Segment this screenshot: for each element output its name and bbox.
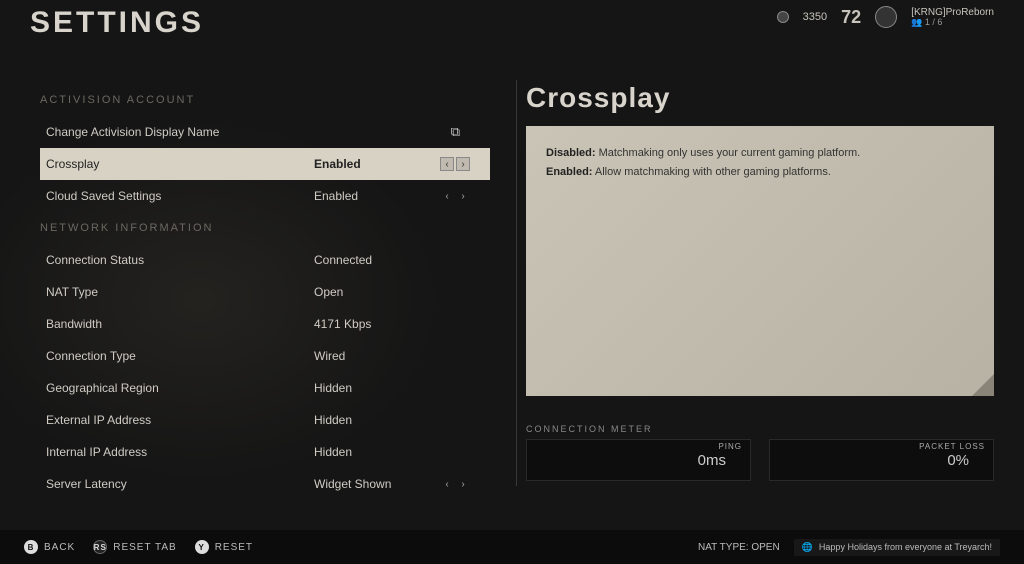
news-ticker: 🌐 Happy Holidays from everyone at Treyar…: [794, 539, 1000, 556]
row-internal-ip: Internal IP Address Hidden: [40, 436, 490, 468]
row-connection-status: Connection Status Connected: [40, 244, 490, 276]
vertical-divider: [516, 80, 517, 486]
external-link-icon: ⧉: [451, 124, 460, 140]
packet-loss-meter: PACKET LOSS 0%: [769, 439, 994, 481]
currency-amount: 3350: [803, 11, 827, 23]
row-geographical-region: Geographical Region Hidden: [40, 372, 490, 404]
row-nat-type: NAT Type Open: [40, 276, 490, 308]
chevron-left-icon[interactable]: ‹: [440, 157, 454, 171]
row-bandwidth: Bandwidth 4171 Kbps: [40, 308, 490, 340]
row-crossplay[interactable]: Crossplay Enabled ‹ ›: [40, 148, 490, 180]
reset-button[interactable]: YRESET: [195, 540, 253, 554]
section-network-information: NETWORK INFORMATION: [40, 222, 490, 234]
chevron-right-icon[interactable]: ›: [456, 477, 470, 491]
section-activision-account: ACTIVISION ACCOUNT: [40, 94, 490, 106]
chevron-right-icon[interactable]: ›: [456, 189, 470, 203]
footer-bar: BBACK RSRESET TAB YRESET NAT TYPE: OPEN …: [0, 530, 1024, 564]
row-server-latency[interactable]: Server Latency Widget Shown ‹ ›: [40, 468, 490, 500]
avatar: [875, 6, 897, 28]
row-external-ip: External IP Address Hidden: [40, 404, 490, 436]
detail-title: Crossplay: [526, 82, 994, 114]
player-level: 72: [841, 7, 861, 28]
settings-list: ACTIVISION ACCOUNT Change Activision Dis…: [0, 68, 490, 546]
reset-tab-button[interactable]: RSRESET TAB: [93, 540, 176, 554]
player-name: [KRNG]ProReborn: [911, 7, 994, 18]
detail-card: Disabled: Matchmaking only uses your cur…: [526, 126, 994, 396]
back-button[interactable]: BBACK: [24, 540, 75, 554]
chevron-left-icon[interactable]: ‹: [440, 189, 454, 203]
chevron-left-icon[interactable]: ‹: [440, 477, 454, 491]
row-connection-type: Connection Type Wired: [40, 340, 490, 372]
player-stats: 3350 72 [KRNG]ProReborn 👥 1 / 6: [777, 6, 994, 28]
footer-nat-type: NAT TYPE: OPEN: [698, 542, 780, 553]
currency-icon: [777, 11, 789, 23]
connection-meter-title: CONNECTION METER: [526, 424, 994, 434]
party-count: 👥 1 / 6: [911, 18, 994, 28]
row-cloud-saved-settings[interactable]: Cloud Saved Settings Enabled ‹ ›: [40, 180, 490, 212]
globe-icon: 🌐: [802, 542, 813, 553]
chevron-right-icon[interactable]: ›: [456, 157, 470, 171]
row-change-display-name[interactable]: Change Activision Display Name ⧉: [40, 116, 490, 148]
ping-meter: PING 0ms: [526, 439, 751, 481]
